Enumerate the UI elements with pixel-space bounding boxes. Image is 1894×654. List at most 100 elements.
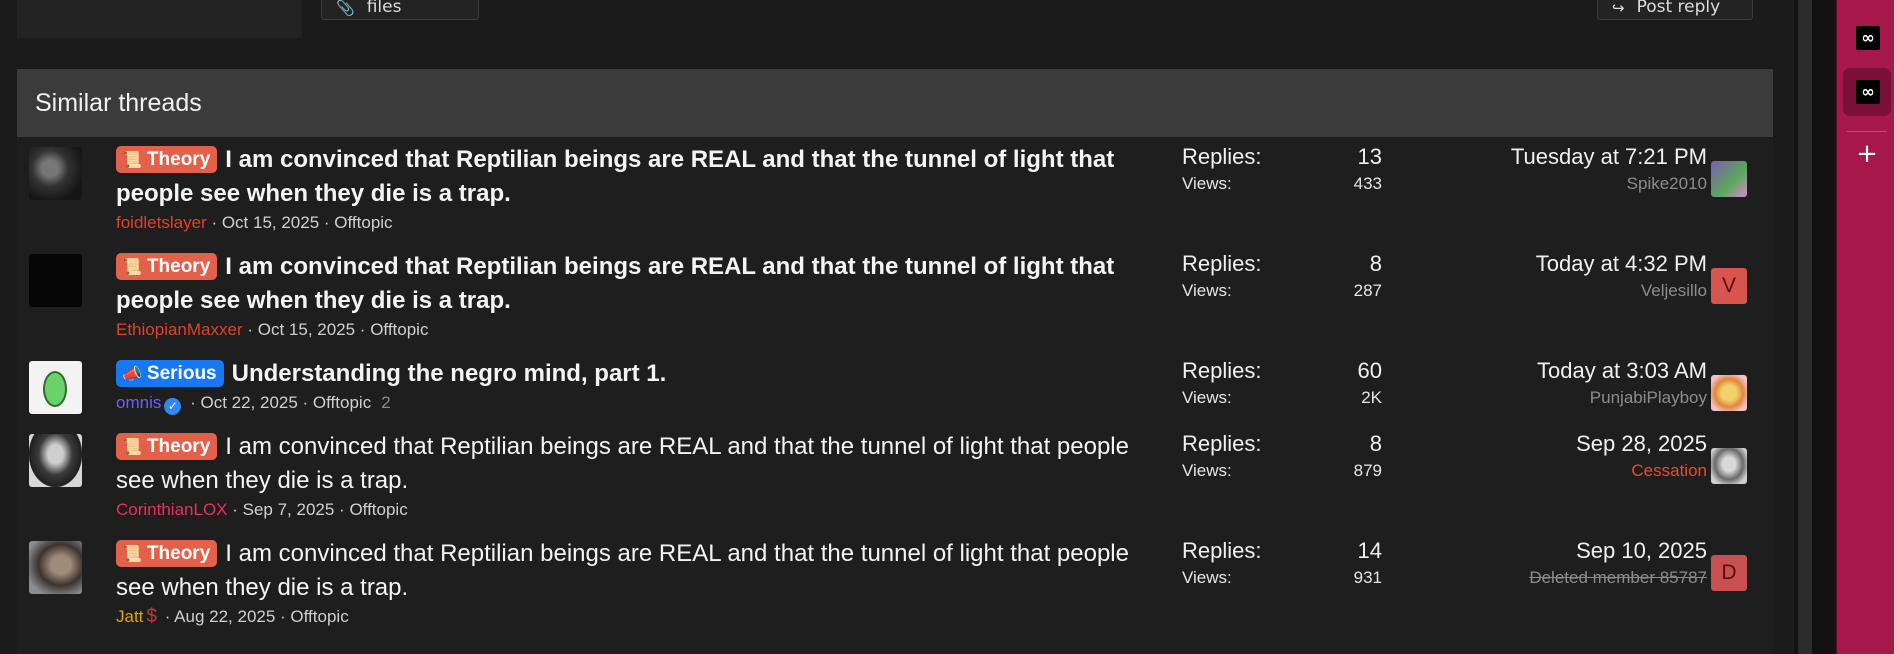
avatar[interactable] (29, 361, 82, 414)
latest-post: Tuesday at 7:21 PM Spike2010 (1397, 143, 1707, 197)
infinity-icon[interactable]: ∞ (1856, 26, 1880, 50)
avatar[interactable] (29, 254, 82, 307)
latest-poster-avatar[interactable] (1711, 375, 1747, 411)
latest-post-user[interactable]: Veljesillo (1397, 278, 1707, 304)
thread-title-link[interactable]: Understanding the negro mind, part 1. (232, 360, 667, 387)
thread-prefix-badge[interactable]: 📣 Serious (116, 360, 224, 387)
thread-main: 📜 Theory I am convinced that Reptilian bei… (116, 250, 1146, 341)
latest-post-user[interactable]: Cessation (1397, 458, 1707, 484)
thread-stats: Replies: 8 Views: 879 (1182, 430, 1382, 484)
post-reply-label: Post reply (1636, 0, 1721, 17)
scroll-icon: 📜 (122, 546, 142, 563)
attach-files-button[interactable]: 📎 Attach files (321, 0, 479, 20)
plus-icon[interactable]: + (1851, 138, 1883, 170)
meta-separator: · (242, 320, 258, 339)
meta-separator: · (319, 213, 335, 232)
latest-post-date[interactable]: Today at 3:03 AM (1397, 357, 1707, 385)
thread-author-link[interactable]: foidletslayer (116, 213, 207, 232)
thread-title-line: 📜 Theory I am convinced that Reptilian bei… (116, 430, 1146, 498)
avatar[interactable] (29, 434, 82, 487)
replies-count: 13 (1357, 144, 1382, 169)
page-scrollbar-thumb[interactable] (1798, 0, 1812, 654)
thread-author-link[interactable]: Jatt (116, 607, 143, 626)
prefix-label: Theory (146, 256, 211, 277)
paperclip-icon: 📎 (336, 0, 355, 17)
meta-separator: · (334, 500, 350, 519)
thread-main: 📜 Theory I am convinced that Reptilian bei… (116, 143, 1146, 234)
thread-title-line: 📜 Theory I am convinced that Reptilian bei… (116, 143, 1146, 211)
latest-post-date[interactable]: Sep 28, 2025 (1397, 430, 1707, 458)
latest-post-user[interactable]: PunjabiPlayboy (1397, 385, 1707, 411)
latest-poster-avatar[interactable] (1711, 448, 1747, 484)
thread-author-link[interactable]: omnis (116, 393, 161, 412)
thread-forum-link[interactable]: Offtopic (334, 213, 392, 232)
thread-prefix-badge[interactable]: 📜 Theory (116, 540, 218, 567)
thread-page-link[interactable]: 2 (381, 393, 390, 412)
prefix-label: Serious (146, 363, 217, 384)
meta-separator: · (206, 213, 222, 232)
infinity-icon[interactable]: ∞ (1856, 80, 1880, 104)
thread-forum-link[interactable]: Offtopic (349, 500, 407, 519)
thread-meta: CorinthianLOX · Sep 7, 2025 · Offtopic (116, 499, 1146, 521)
thread-start-date[interactable]: Sep 7, 2025 (243, 500, 335, 519)
thread-stats: Replies: 8 Views: 287 (1182, 250, 1382, 304)
thread-title-link[interactable]: I am convinced that Reptilian beings are… (116, 540, 1129, 601)
replies-label: Replies: (1182, 358, 1262, 383)
replies-count: 8 (1369, 251, 1382, 276)
views-label: Views: (1182, 281, 1232, 300)
thread-title-link[interactable]: I am convinced that Reptilian beings are… (116, 146, 1114, 207)
views-count: 931 (1353, 568, 1382, 587)
thread-forum-link[interactable]: Offtopic (313, 393, 371, 412)
thread-start-date[interactable]: Oct 22, 2025 (200, 393, 297, 412)
thread-prefix-badge[interactable]: 📜 Theory (116, 433, 218, 460)
thread-start-date[interactable]: Aug 22, 2025 (174, 607, 275, 626)
replies-label: Replies: (1182, 144, 1262, 169)
thread-stats: Replies: 60 Views: 2K (1182, 357, 1382, 411)
views-count: 2K (1361, 388, 1382, 407)
browser-side-panel: ∞ ∞ + (1836, 0, 1894, 654)
latest-post-date[interactable]: Sep 10, 2025 (1397, 537, 1707, 565)
avatar[interactable] (29, 147, 82, 200)
attach-files-label: Attach files (366, 0, 402, 17)
thread-forum-link[interactable]: Offtopic (370, 320, 428, 339)
meta-separator: · (297, 393, 313, 412)
prefix-label: Theory (146, 543, 211, 564)
thread-main: 📜 Theory I am convinced that Reptilian bei… (116, 537, 1146, 628)
thread-title-link[interactable]: I am convinced that Reptilian beings are… (116, 253, 1114, 314)
meta-separator: · (185, 393, 201, 412)
thread-author-link[interactable]: CorinthianLOX (116, 500, 228, 519)
latest-post-date[interactable]: Tuesday at 7:21 PM (1397, 143, 1707, 171)
latest-poster-avatar[interactable] (1711, 161, 1747, 197)
thread-prefix-badge[interactable]: 📜 Theory (116, 146, 218, 173)
scroll-icon: 📜 (122, 259, 142, 276)
meta-separator: · (227, 500, 243, 519)
views-count: 879 (1353, 461, 1382, 480)
latest-post-user[interactable]: Spike2010 (1397, 171, 1707, 197)
thread-title-link[interactable]: I am convinced that Reptilian beings are… (116, 433, 1129, 494)
latest-post: Sep 28, 2025 Cessation (1397, 430, 1707, 484)
latest-poster-avatar[interactable]: V (1711, 268, 1747, 304)
thread-forum-link[interactable]: Offtopic (290, 607, 348, 626)
replies-count: 8 (1369, 431, 1382, 456)
views-label: Views: (1182, 568, 1232, 587)
latest-post: Today at 3:03 AM PunjabiPlayboy (1397, 357, 1707, 411)
prefix-label: Theory (146, 436, 211, 457)
thread-author-link[interactable]: EthiopianMaxxer (116, 320, 243, 339)
latest-post: Today at 4:32 PM Veljesillo (1397, 250, 1707, 304)
avatar[interactable] (29, 541, 82, 594)
post-reply-button[interactable]: ↪ Post reply (1597, 0, 1753, 20)
latest-poster-avatar: D (1711, 555, 1747, 591)
forum-main-area: 📎 Attach files ↪ Post reply Similar thre… (0, 0, 1794, 654)
dollar-icon: $ (146, 606, 157, 627)
replies-label: Replies: (1182, 251, 1262, 276)
similar-threads-header: Similar threads (17, 69, 1773, 137)
views-label: Views: (1182, 174, 1232, 193)
latest-post-user: Deleted member 85787 (1529, 568, 1707, 587)
thread-prefix-badge[interactable]: 📜 Theory (116, 253, 218, 280)
thread-start-date[interactable]: Oct 15, 2025 (258, 320, 355, 339)
thread-meta: omnis ✓ · Oct 22, 2025 · Offtopic 2 (116, 392, 1146, 415)
latest-post-date[interactable]: Today at 4:32 PM (1397, 250, 1707, 278)
replies-label: Replies: (1182, 538, 1262, 563)
thread-start-date[interactable]: Oct 15, 2025 (222, 213, 319, 232)
verified-check-icon: ✓ (164, 398, 182, 415)
